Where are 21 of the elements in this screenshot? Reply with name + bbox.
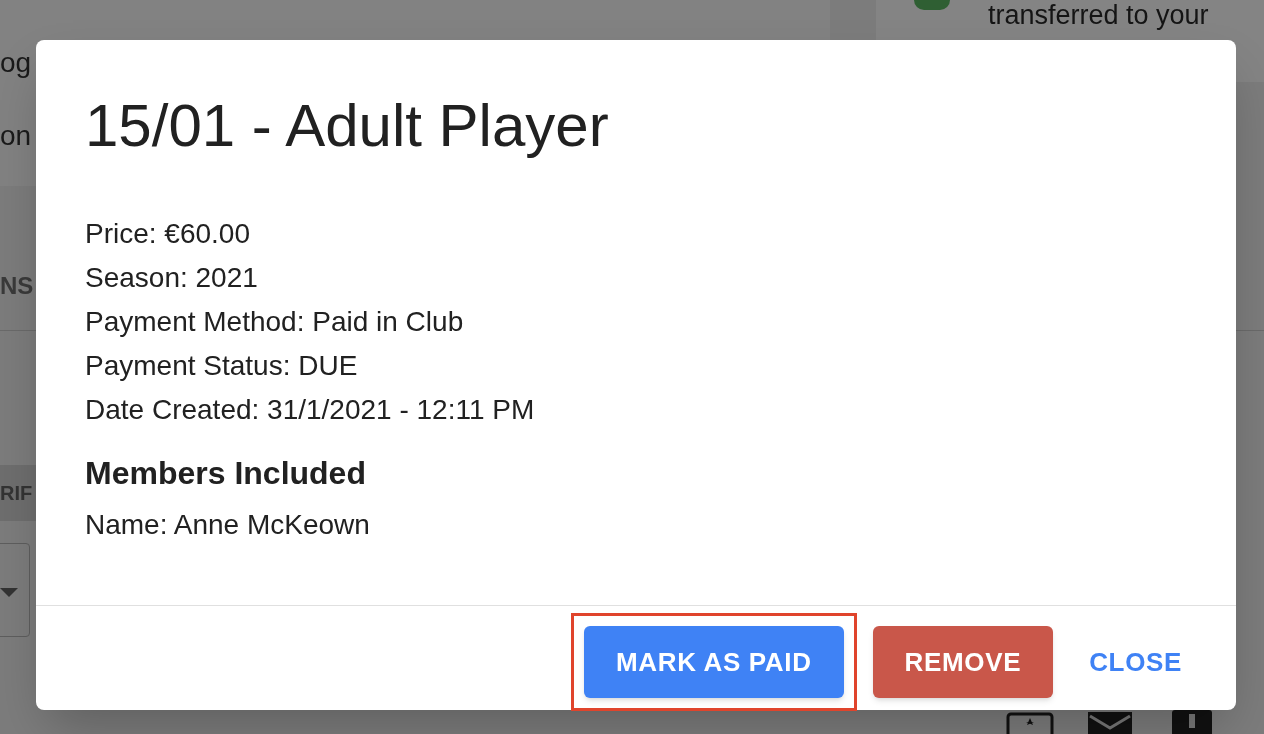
detail-text: Payment Status: DUE bbox=[85, 349, 359, 383]
detail-text: Season: 2021 bbox=[85, 261, 259, 295]
remove-button[interactable]: REMOVE bbox=[872, 626, 1054, 698]
partial-text: og bbox=[0, 46, 32, 80]
select-field[interactable] bbox=[0, 543, 30, 637]
section-label: RIF bbox=[0, 481, 33, 506]
detail-text: Date Created: 31/1/2021 - 12:11 PM bbox=[85, 393, 536, 427]
mail-icon[interactable] bbox=[1088, 712, 1132, 734]
dialog-title: 15/01 - Adult Player bbox=[85, 91, 610, 161]
notification-text: transferred to your bbox=[988, 0, 1209, 30]
member-name: Name: Anne McKeown bbox=[85, 508, 371, 542]
tab-label[interactable]: NS bbox=[0, 268, 34, 304]
close-button[interactable]: CLOSE bbox=[1069, 626, 1202, 698]
mark-paid-button[interactable]: MARK AS PAID bbox=[584, 626, 844, 698]
id-card-icon[interactable] bbox=[1006, 712, 1054, 734]
detail-text: Payment Method: Paid in Club bbox=[85, 305, 465, 339]
detail-text: Price: €60.00 bbox=[85, 217, 251, 251]
partial-text: on bbox=[0, 119, 32, 153]
section-heading: Members Included bbox=[85, 454, 367, 493]
alert-icon[interactable] bbox=[1172, 710, 1212, 734]
caret-icon bbox=[0, 588, 18, 597]
